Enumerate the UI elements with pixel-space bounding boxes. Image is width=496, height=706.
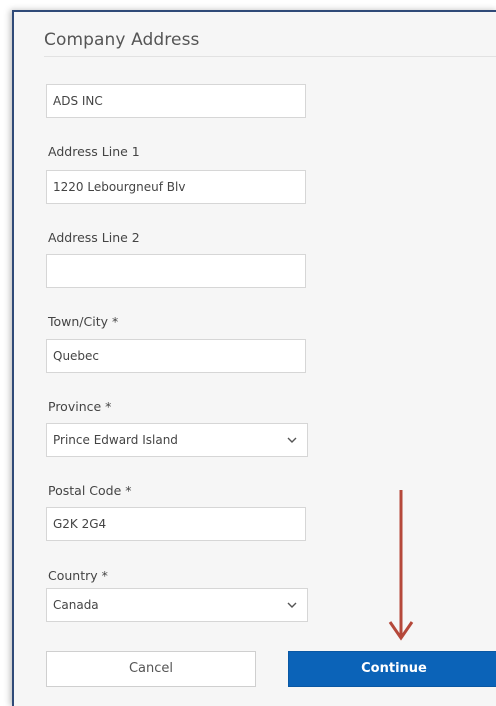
address-line1-field[interactable]: 1220 Lebourgneuf Blv bbox=[46, 170, 306, 204]
town-city-field[interactable]: Quebec bbox=[46, 339, 306, 373]
continue-button[interactable]: Continue bbox=[288, 651, 496, 687]
company-name-field[interactable]: ADS INC bbox=[46, 84, 306, 118]
town-city-label: Town/City * bbox=[48, 314, 119, 329]
postal-code-field[interactable]: G2K 2G4 bbox=[46, 507, 306, 541]
chevron-down-icon bbox=[287, 602, 297, 608]
province-selected-value: Prince Edward Island bbox=[53, 433, 178, 447]
postal-code-label: Postal Code * bbox=[48, 483, 132, 498]
title-divider bbox=[44, 56, 496, 57]
chevron-down-icon bbox=[287, 437, 297, 443]
page-title: Company Address bbox=[44, 30, 200, 50]
annotation-arrow-icon bbox=[388, 490, 414, 641]
province-label: Province * bbox=[48, 399, 112, 414]
country-label: Country * bbox=[48, 568, 108, 583]
province-select[interactable]: Prince Edward Island bbox=[46, 423, 308, 457]
country-select[interactable]: Canada bbox=[46, 588, 308, 622]
cancel-button[interactable]: Cancel bbox=[46, 651, 256, 687]
address-line2-field[interactable] bbox=[46, 254, 306, 288]
address-line2-label: Address Line 2 bbox=[48, 230, 140, 245]
country-selected-value: Canada bbox=[53, 598, 99, 612]
company-address-panel: Company Address ADS INC Address Line 1 1… bbox=[12, 10, 496, 706]
address-line1-label: Address Line 1 bbox=[48, 144, 140, 159]
